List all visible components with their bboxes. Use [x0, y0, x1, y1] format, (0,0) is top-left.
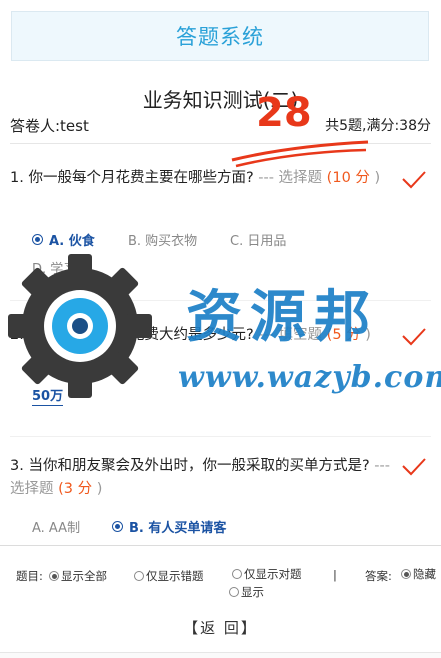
watermark-url: www.wazyb.com [178, 360, 441, 395]
question-3: 3. 当你和朋友聚会及外出时，你一般采取的买单方式是? --- 选择题 (3 分… [10, 455, 405, 501]
filter-show-right[interactable]: 仅显示对题 [232, 566, 302, 582]
filter-show-wrong[interactable]: 仅显示错题 [134, 568, 204, 584]
radio-selected-icon [112, 521, 123, 532]
option-b[interactable]: B. 有人买单请客 [112, 517, 226, 536]
answer-hide[interactable]: 隐藏 [401, 566, 436, 582]
question-score: (10 分 ) [326, 170, 381, 186]
examinee-label: 答卷人:test [10, 117, 89, 135]
bottom-edge [0, 652, 441, 658]
filter-divider: | [333, 568, 337, 582]
back-button[interactable]: 【返 回】 [0, 617, 441, 638]
radio-selected-icon [49, 571, 59, 581]
question-score: (3 分 ) [58, 481, 103, 497]
divider [0, 545, 441, 546]
radio-icon [134, 571, 144, 581]
question-text: 1. 你一般每个月花费主要在哪些方面? [10, 170, 254, 186]
answer-show[interactable]: 显示 [229, 584, 264, 600]
question-1: 1. 你一般每个月花费主要在哪些方面? --- 选择题 (10 分 ) [10, 167, 405, 190]
gear-eye-logo-icon [8, 254, 152, 398]
radio-icon [232, 569, 242, 579]
correct-check-icon [402, 328, 426, 346]
watermark-text: 资源邦 [186, 284, 378, 350]
correct-check-icon [402, 458, 426, 476]
question-type: --- 选择题 [258, 170, 323, 186]
radio-selected-icon [401, 569, 411, 579]
paper-title: 业务知识测试(二) [142, 88, 299, 112]
page-title: 答题系统 [176, 25, 264, 49]
header: 答题系统 [0, 0, 441, 73]
score-stamp: 28 [256, 90, 312, 136]
option-c[interactable]: C. 日用品 [230, 230, 286, 249]
divider [10, 436, 431, 437]
question-text: 3. 当你和朋友聚会及外出时，你一般采取的买单方式是? [10, 458, 370, 474]
paper-summary: 共5题,满分:38分 [325, 118, 431, 134]
radio-icon [229, 587, 239, 597]
correct-check-icon [402, 171, 426, 189]
score-underline-swoosh [231, 140, 369, 168]
radio-selected-icon [32, 234, 43, 245]
topic-filter-label: 题目: [16, 569, 43, 583]
header-box: 答题系统 [11, 11, 429, 61]
filter-show-all[interactable]: 显示全部 [49, 568, 107, 584]
option-a[interactable]: A. AA制 [32, 517, 80, 536]
answer-filter-label: 答案: [365, 569, 392, 583]
